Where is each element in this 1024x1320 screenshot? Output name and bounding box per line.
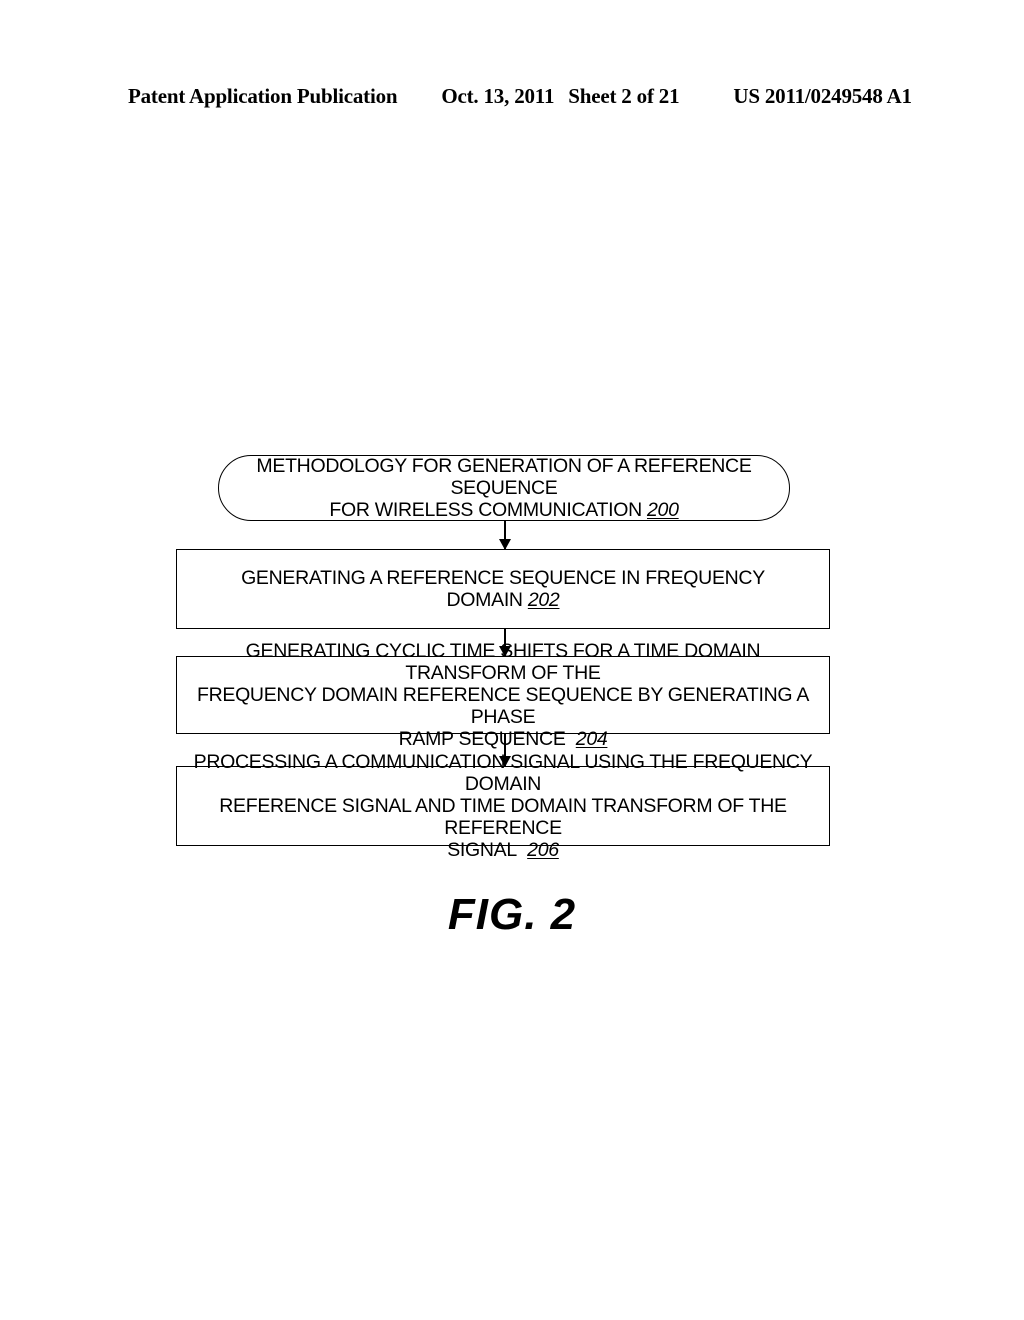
flow-node-202: GENERATING A REFERENCE SEQUENCE IN FREQU…	[176, 549, 830, 629]
flow-node-206-line3: SIGNAL	[447, 839, 517, 861]
flow-node-206-text: PROCESSING A COMMUNICATION SIGNAL USING …	[187, 751, 819, 861]
flow-node-206-line2: REFERENCE SIGNAL AND TIME DOMAIN TRANSFO…	[219, 795, 787, 839]
flow-node-200: METHODOLOGY FOR GENERATION OF A REFERENC…	[218, 455, 790, 521]
flow-node-204-line2: FREQUENCY DOMAIN REFERENCE SEQUENCE BY G…	[196, 684, 810, 728]
flow-node-200-refnum: 200	[647, 499, 679, 521]
figure-caption: FIG. 2	[447, 890, 577, 939]
flow-node-204-text: GENERATING CYCLIC TIME SHIFTS FOR A TIME…	[187, 640, 819, 750]
flow-node-200-text: METHODOLOGY FOR GENERATION OF A REFERENC…	[229, 455, 779, 521]
flow-node-204-line1: GENERATING CYCLIC TIME SHIFTS FOR A TIME…	[245, 640, 761, 684]
flowchart-diagram: METHODOLOGY FOR GENERATION OF A REFERENC…	[0, 0, 1024, 1320]
flow-node-204-line3: RAMP SEQUENCE	[398, 728, 566, 750]
connector-arrow-200-to-202	[504, 521, 506, 549]
flow-node-200-line2: FOR WIRELESS COMMUNICATION	[329, 499, 642, 521]
flow-node-202-line1: GENERATING A REFERENCE SEQUENCE IN FREQU…	[241, 567, 765, 611]
flow-node-202-text: GENERATING A REFERENCE SEQUENCE IN FREQU…	[187, 567, 819, 611]
flow-node-204: GENERATING CYCLIC TIME SHIFTS FOR A TIME…	[176, 640, 830, 750]
flow-node-206-line1: PROCESSING A COMMUNICATION SIGNAL USING …	[193, 751, 813, 795]
flow-node-206-refnum: 206	[527, 839, 559, 861]
flow-node-202-refnum: 202	[527, 589, 560, 611]
flow-node-206: PROCESSING A COMMUNICATION SIGNAL USING …	[176, 751, 830, 861]
flow-node-200-line1: METHODOLOGY FOR GENERATION OF A REFERENC…	[256, 455, 752, 499]
flow-node-204-refnum: 204	[575, 728, 608, 750]
